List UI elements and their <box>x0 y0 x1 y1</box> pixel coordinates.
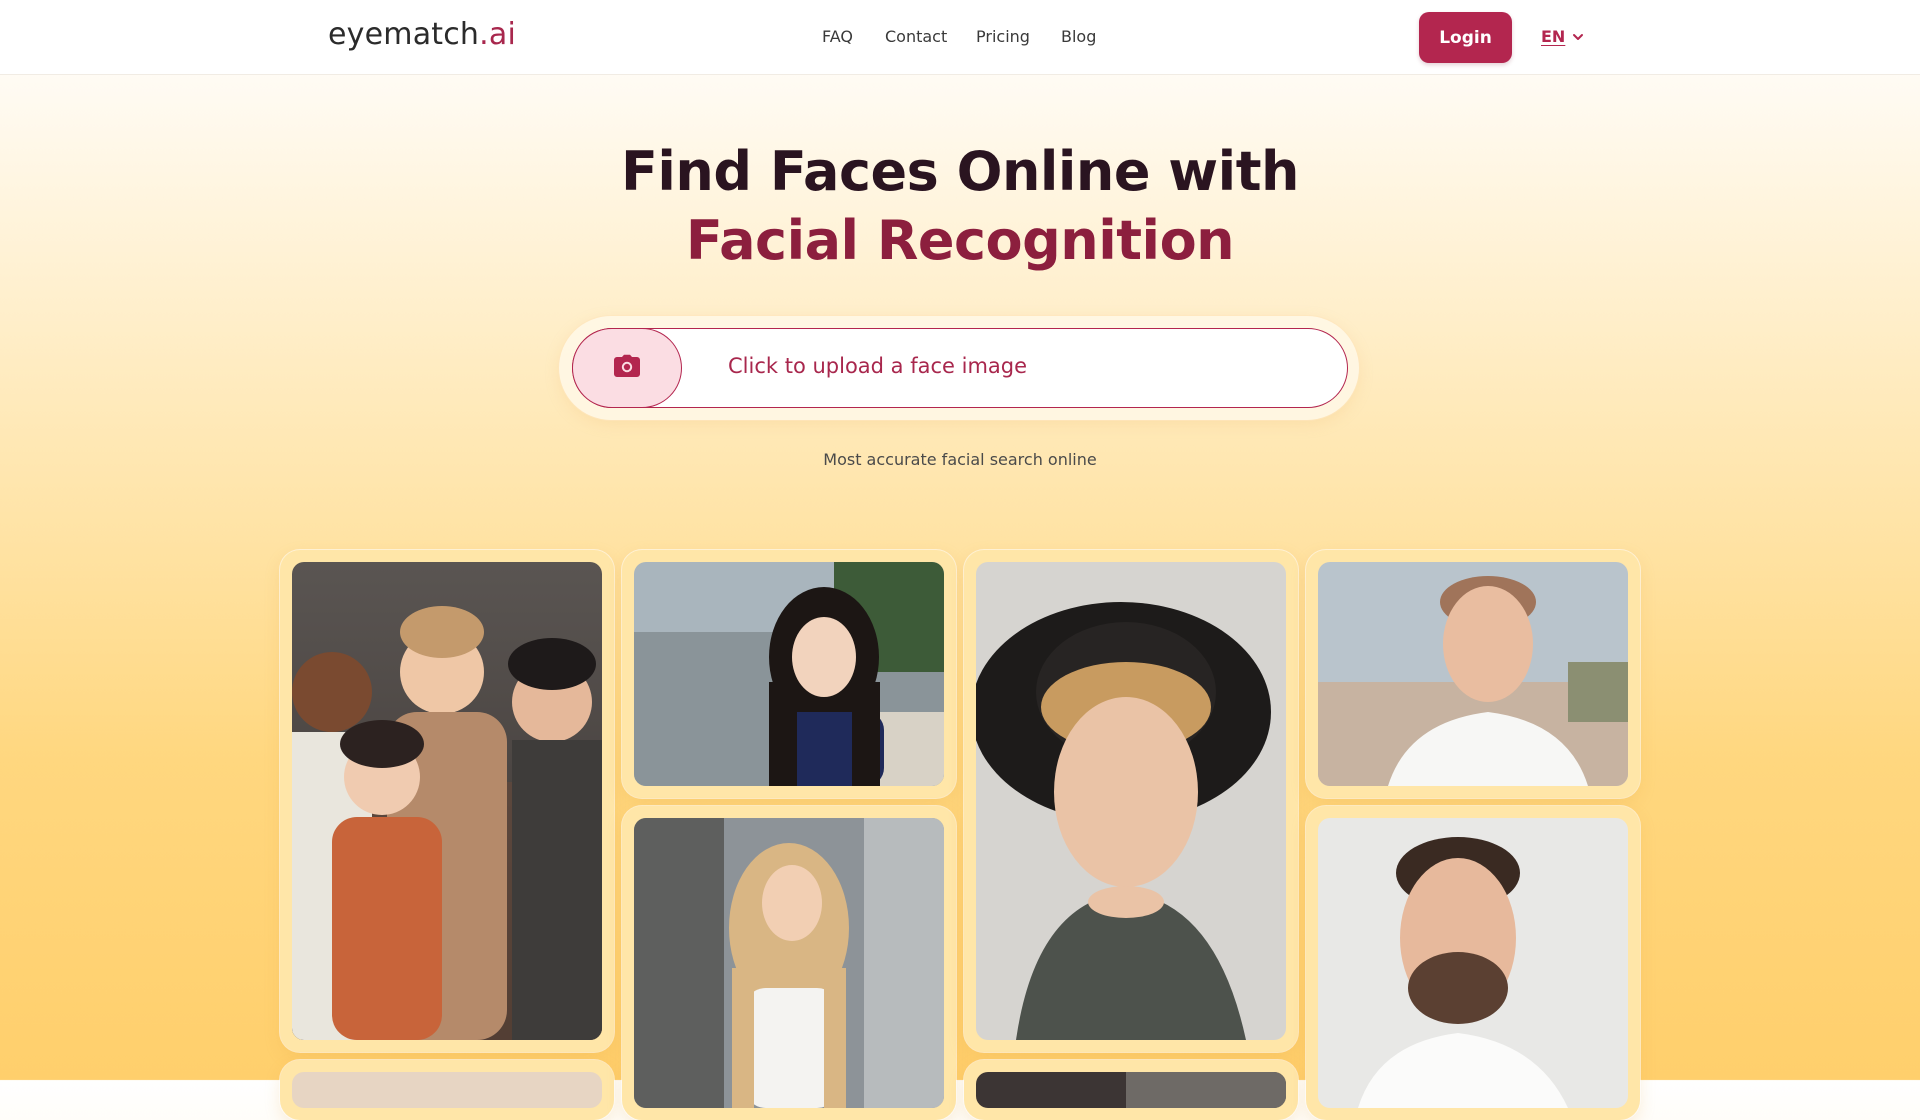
login-button[interactable]: Login <box>1419 12 1512 63</box>
upload-camera-button[interactable] <box>572 328 682 408</box>
camera-icon <box>613 354 641 382</box>
chevron-down-icon <box>1571 30 1585 44</box>
photo-card-man-hat <box>964 550 1298 1052</box>
nav-link-pricing[interactable]: Pricing <box>976 27 1030 46</box>
top-navbar: eyematch.ai FAQ Contact Pricing Blog Log… <box>0 0 1920 75</box>
nav-link-faq[interactable]: FAQ <box>822 27 853 46</box>
hero-title-line-1: Find Faces Online with <box>621 140 1299 203</box>
group-friends-photo <box>292 562 602 1040</box>
partial-photo-1 <box>292 1072 602 1108</box>
photo-card-man-beard <box>1306 806 1640 1120</box>
hero-title-line-2: Facial Recognition <box>685 209 1235 272</box>
photo-card-man-beach <box>1306 550 1640 798</box>
woman-waterfront-photo <box>634 562 944 786</box>
nav-link-blog[interactable]: Blog <box>1061 27 1096 46</box>
man-on-beach-photo <box>1318 562 1628 786</box>
photo-card-partial-2 <box>964 1060 1298 1120</box>
bearded-man-photo <box>1318 818 1628 1108</box>
logo-text-accent: .ai <box>479 17 517 52</box>
blonde-woman-photo <box>634 818 944 1108</box>
photo-card-partial-1 <box>280 1060 614 1120</box>
upload-label[interactable]: Click to upload a face image <box>728 354 1027 378</box>
logo-text-main: eyematch <box>328 17 480 52</box>
photo-card-blonde-woman <box>622 806 956 1120</box>
nav-link-contact[interactable]: Contact <box>885 27 947 46</box>
language-code: EN <box>1541 27 1566 46</box>
partial-photo-2 <box>976 1072 1286 1108</box>
site-logo[interactable]: eyematch.ai <box>328 17 516 52</box>
photo-card-woman-waterfront <box>622 550 956 798</box>
man-with-hat-photo <box>976 562 1286 1040</box>
hero-tagline: Most accurate facial search online <box>823 450 1097 469</box>
photo-card-group-friends <box>280 550 614 1052</box>
language-selector[interactable]: EN <box>1541 27 1585 46</box>
